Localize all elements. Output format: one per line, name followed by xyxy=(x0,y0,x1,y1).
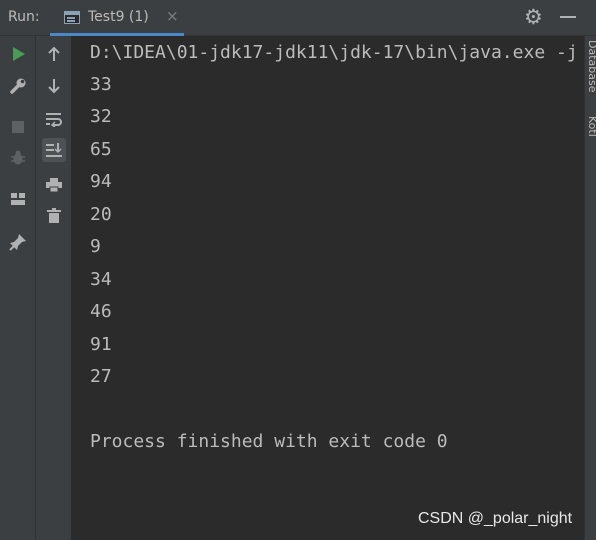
console-output-line: 27 xyxy=(90,366,112,387)
console-command-line: D:\IDEA\01-jdk17-jdk11\jdk-17\bin\java.e… xyxy=(90,42,578,63)
down-arrow-icon[interactable] xyxy=(42,74,66,98)
print-icon[interactable] xyxy=(42,173,66,197)
console-output-line: 32 xyxy=(90,106,112,127)
console-icon xyxy=(64,11,80,24)
right-tool-strip: Database Kotl xyxy=(584,36,596,540)
run-actions-toolbar xyxy=(0,36,36,540)
console-output-line: 91 xyxy=(90,334,112,355)
scroll-to-end-icon[interactable] xyxy=(42,138,66,162)
minimize-icon[interactable] xyxy=(560,16,576,18)
console-output-line: 9 xyxy=(90,236,101,257)
console-output[interactable]: D:\IDEA\01-jdk17-jdk11\jdk-17\bin\java.e… xyxy=(72,36,584,540)
process-exit-message: Process finished with exit code 0 xyxy=(90,431,448,452)
soft-wrap-icon[interactable] xyxy=(42,107,66,131)
console-output-line: 65 xyxy=(90,139,112,160)
console-actions-toolbar xyxy=(36,36,72,540)
debug-icon[interactable] xyxy=(6,146,30,170)
wrench-icon[interactable] xyxy=(6,74,30,98)
console-output-line: 34 xyxy=(90,269,112,290)
kotlin-tool-tab[interactable]: Kotl xyxy=(586,116,596,137)
tab-title: Test9 (1) xyxy=(88,9,149,25)
up-arrow-icon[interactable] xyxy=(42,42,66,66)
console-output-line: 94 xyxy=(90,171,112,192)
stop-icon[interactable] xyxy=(6,115,30,139)
database-tool-tab[interactable]: Database xyxy=(586,40,596,93)
console-output-line: 33 xyxy=(90,74,112,95)
gear-icon[interactable]: ⚙ xyxy=(524,5,543,29)
watermark: CSDN @_polar_night xyxy=(418,510,573,527)
tab-test9[interactable]: Test9 (1) × xyxy=(50,0,184,36)
console-output-line: 20 xyxy=(90,204,112,225)
run-icon[interactable] xyxy=(6,42,30,66)
run-label: Run: xyxy=(8,9,40,25)
close-icon[interactable]: × xyxy=(166,7,179,25)
layout-icon[interactable] xyxy=(6,187,30,211)
console-output-line: 46 xyxy=(90,301,112,322)
trash-icon[interactable] xyxy=(42,204,66,228)
run-toolwindow-header: Run: Test9 (1) × ⚙ xyxy=(0,0,596,36)
pin-icon[interactable] xyxy=(6,230,30,254)
